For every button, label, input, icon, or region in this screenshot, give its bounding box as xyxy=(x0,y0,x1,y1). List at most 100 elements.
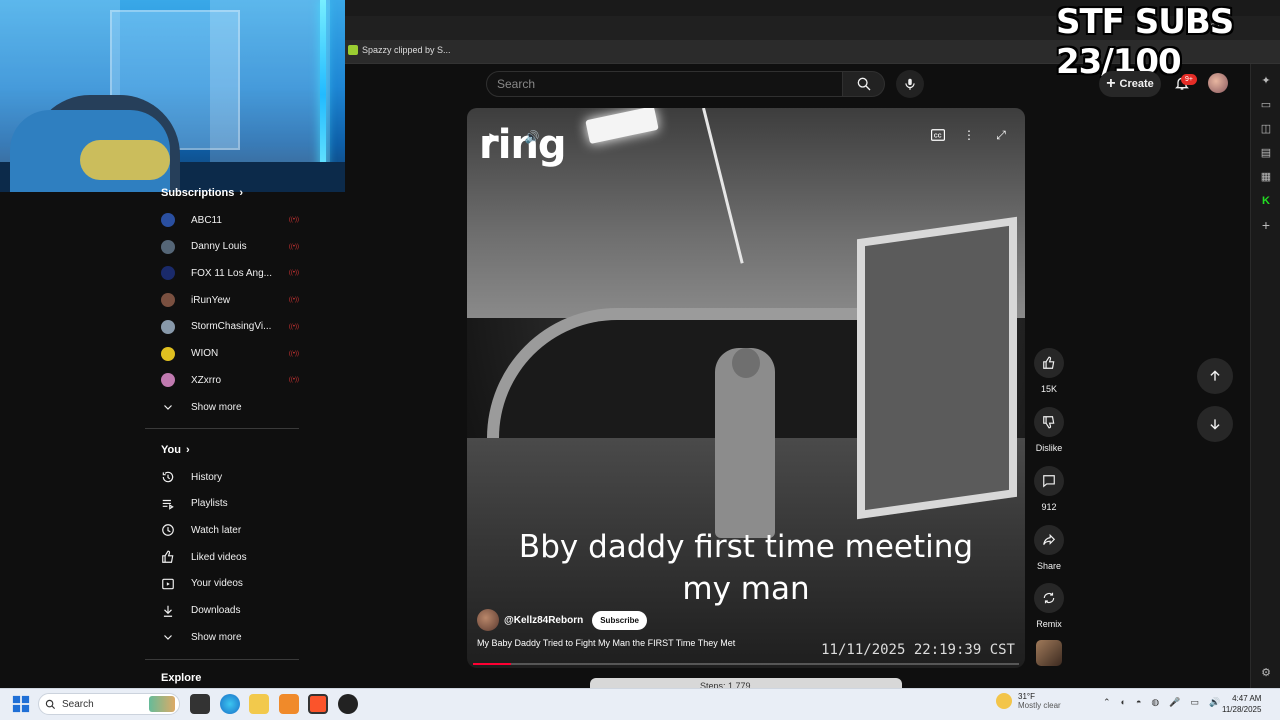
microphone-icon xyxy=(905,78,915,90)
tray-app-icon[interactable]: ◓ xyxy=(1136,697,1141,708)
subscription-label: StormChasingVi... xyxy=(191,321,272,333)
add-panel-icon[interactable]: + xyxy=(1259,218,1273,232)
share-button[interactable]: Share xyxy=(1034,525,1064,571)
search-icon xyxy=(45,699,56,709)
account-avatar[interactable] xyxy=(1208,73,1228,93)
webcam-overlay xyxy=(0,0,345,192)
extensions-icon[interactable]: ✦ xyxy=(1259,74,1273,88)
share-arrow-icon xyxy=(1043,533,1056,545)
taskbar-clock[interactable]: 4:47 AM 11/28/2025 xyxy=(1222,693,1261,715)
subscription-item[interactable]: ABC11 ((•)) xyxy=(161,209,299,231)
you-header-label: You xyxy=(161,444,181,456)
show-more-label: Show more xyxy=(191,631,242,643)
voice-search-button[interactable] xyxy=(896,70,924,98)
subscription-item[interactable]: StormChasingVi... ((•)) xyxy=(161,316,299,338)
search-icon xyxy=(857,77,870,91)
fullscreen-icon[interactable]: ⤢ xyxy=(992,126,1010,144)
sidebar-divider xyxy=(145,659,299,660)
edge-browser-icon[interactable] xyxy=(220,694,240,714)
history-icon xyxy=(161,470,175,484)
subscriptions-header[interactable]: Subscriptions › xyxy=(161,187,243,199)
live-indicator-icon: ((•)) xyxy=(288,377,299,384)
subscription-label: Danny Louis xyxy=(191,241,247,253)
video-title[interactable]: My Baby Daddy Tried to Fight My Man the … xyxy=(477,638,735,648)
subscribe-button[interactable]: Subscribe xyxy=(592,610,647,630)
you-header[interactable]: You › xyxy=(161,444,190,456)
weather-widget[interactable]: 31°F Mostly clear xyxy=(996,692,1061,710)
volume-icon[interactable]: 🔊 xyxy=(523,128,541,146)
dislike-button[interactable]: Dislike xyxy=(1034,407,1064,453)
caption-line-2: my man xyxy=(682,571,810,607)
tray-app-icon[interactable]: ◐ xyxy=(1121,697,1126,708)
short-video-player[interactable]: ring ▶ 🔊 CC ⋮ ⤢ Bby daddy first time mee… xyxy=(467,108,1025,668)
dislike-label: Dislike xyxy=(1035,443,1063,453)
channel-avatar xyxy=(161,213,175,227)
tray-app-icon[interactable]: ◍ xyxy=(1151,697,1159,708)
previous-short-button[interactable] xyxy=(1197,358,1233,394)
clock-time: 4:47 AM xyxy=(1232,694,1262,703)
watch-later-icon xyxy=(161,523,175,537)
clock-date: 11/28/2025 xyxy=(1222,705,1262,714)
play-icon[interactable]: ▶ xyxy=(485,128,503,146)
live-indicator-icon: ((•)) xyxy=(288,350,299,357)
volume-icon[interactable]: 🔊 xyxy=(1209,697,1220,708)
file-explorer-icon[interactable] xyxy=(249,694,269,714)
liked-icon xyxy=(161,550,175,564)
you-item-liked-videos[interactable]: Liked videos xyxy=(161,546,299,568)
more-options-icon[interactable]: ⋮ xyxy=(960,126,978,144)
search-input[interactable]: Search xyxy=(486,71,843,97)
closed-captions-icon[interactable]: CC xyxy=(929,126,947,144)
kick-icon[interactable]: K xyxy=(1259,194,1273,208)
comment-count: 912 xyxy=(1041,502,1057,512)
video-progress-bar[interactable] xyxy=(473,663,1019,665)
create-label: Create xyxy=(1119,78,1154,90)
bookmark-item[interactable]: Spazzy clipped by S... xyxy=(348,45,451,55)
app-icon[interactable] xyxy=(279,694,299,714)
channel-avatar xyxy=(161,293,175,308)
create-button[interactable]: + Create xyxy=(1099,71,1161,97)
you-item-downloads[interactable]: Downloads xyxy=(161,600,299,622)
channel-avatar xyxy=(161,319,175,334)
reading-list-icon[interactable]: ▦ xyxy=(1259,170,1273,184)
show-more-subscriptions[interactable]: Show more xyxy=(161,396,299,418)
downloads-icon xyxy=(161,604,175,618)
display-icon[interactable]: ▭ xyxy=(1191,697,1200,708)
you-item-history[interactable]: History xyxy=(161,466,299,488)
channel-handle[interactable]: @Kellz84Reborn xyxy=(504,615,583,626)
subscription-item[interactable]: FOX 11 Los Ang... ((•)) xyxy=(161,262,299,284)
bookmarks-icon[interactable]: ▤ xyxy=(1259,146,1273,160)
you-item-watch-later[interactable]: Watch later xyxy=(161,519,299,541)
stream-sub-goal-banner: STF SUBS 23/100 xyxy=(1056,2,1234,82)
you-item-label: History xyxy=(191,471,223,483)
subscription-item[interactable]: iRunYew ((•)) xyxy=(161,289,299,311)
you-item-your-videos[interactable]: Your videos xyxy=(161,573,299,595)
microphone-icon[interactable]: 🎤 xyxy=(1169,697,1180,708)
task-view-icon[interactable] xyxy=(190,694,210,714)
sound-thumbnail[interactable] xyxy=(1036,640,1062,666)
wallet-icon[interactable]: ▭ xyxy=(1259,98,1273,112)
windows-start-icon[interactable] xyxy=(12,695,30,718)
subscription-item[interactable]: WION ((•)) xyxy=(161,343,299,365)
taskbar-search[interactable]: Search xyxy=(38,693,180,715)
chevron-up-icon[interactable]: ⌃ xyxy=(1103,697,1111,708)
remix-button[interactable]: Remix xyxy=(1034,583,1064,629)
camera-icon[interactable]: ◫ xyxy=(1259,122,1273,136)
next-short-button[interactable] xyxy=(1197,406,1233,442)
settings-gear-icon[interactable]: ⚙ xyxy=(1259,666,1273,680)
subscription-item[interactable]: Danny Louis ((•)) xyxy=(161,236,299,258)
you-item-label: Downloads xyxy=(191,605,241,616)
brave-browser-icon[interactable] xyxy=(308,694,328,714)
show-more-you[interactable]: Show more xyxy=(161,626,299,648)
subscription-item[interactable]: XZxrro ((•)) xyxy=(161,369,299,391)
obs-icon[interactable] xyxy=(338,694,358,714)
channel-avatar[interactable] xyxy=(477,609,499,631)
live-indicator-icon: ((•)) xyxy=(288,297,299,304)
thumbs-up-icon xyxy=(1043,356,1055,369)
plus-icon: + xyxy=(1106,75,1116,92)
channel-avatar xyxy=(161,239,175,254)
comments-button[interactable]: 912 xyxy=(1034,466,1064,512)
share-label: Share xyxy=(1036,561,1062,571)
search-button[interactable] xyxy=(843,71,885,97)
you-item-playlists[interactable]: Playlists xyxy=(161,493,299,515)
like-button[interactable]: 15K xyxy=(1034,348,1064,394)
